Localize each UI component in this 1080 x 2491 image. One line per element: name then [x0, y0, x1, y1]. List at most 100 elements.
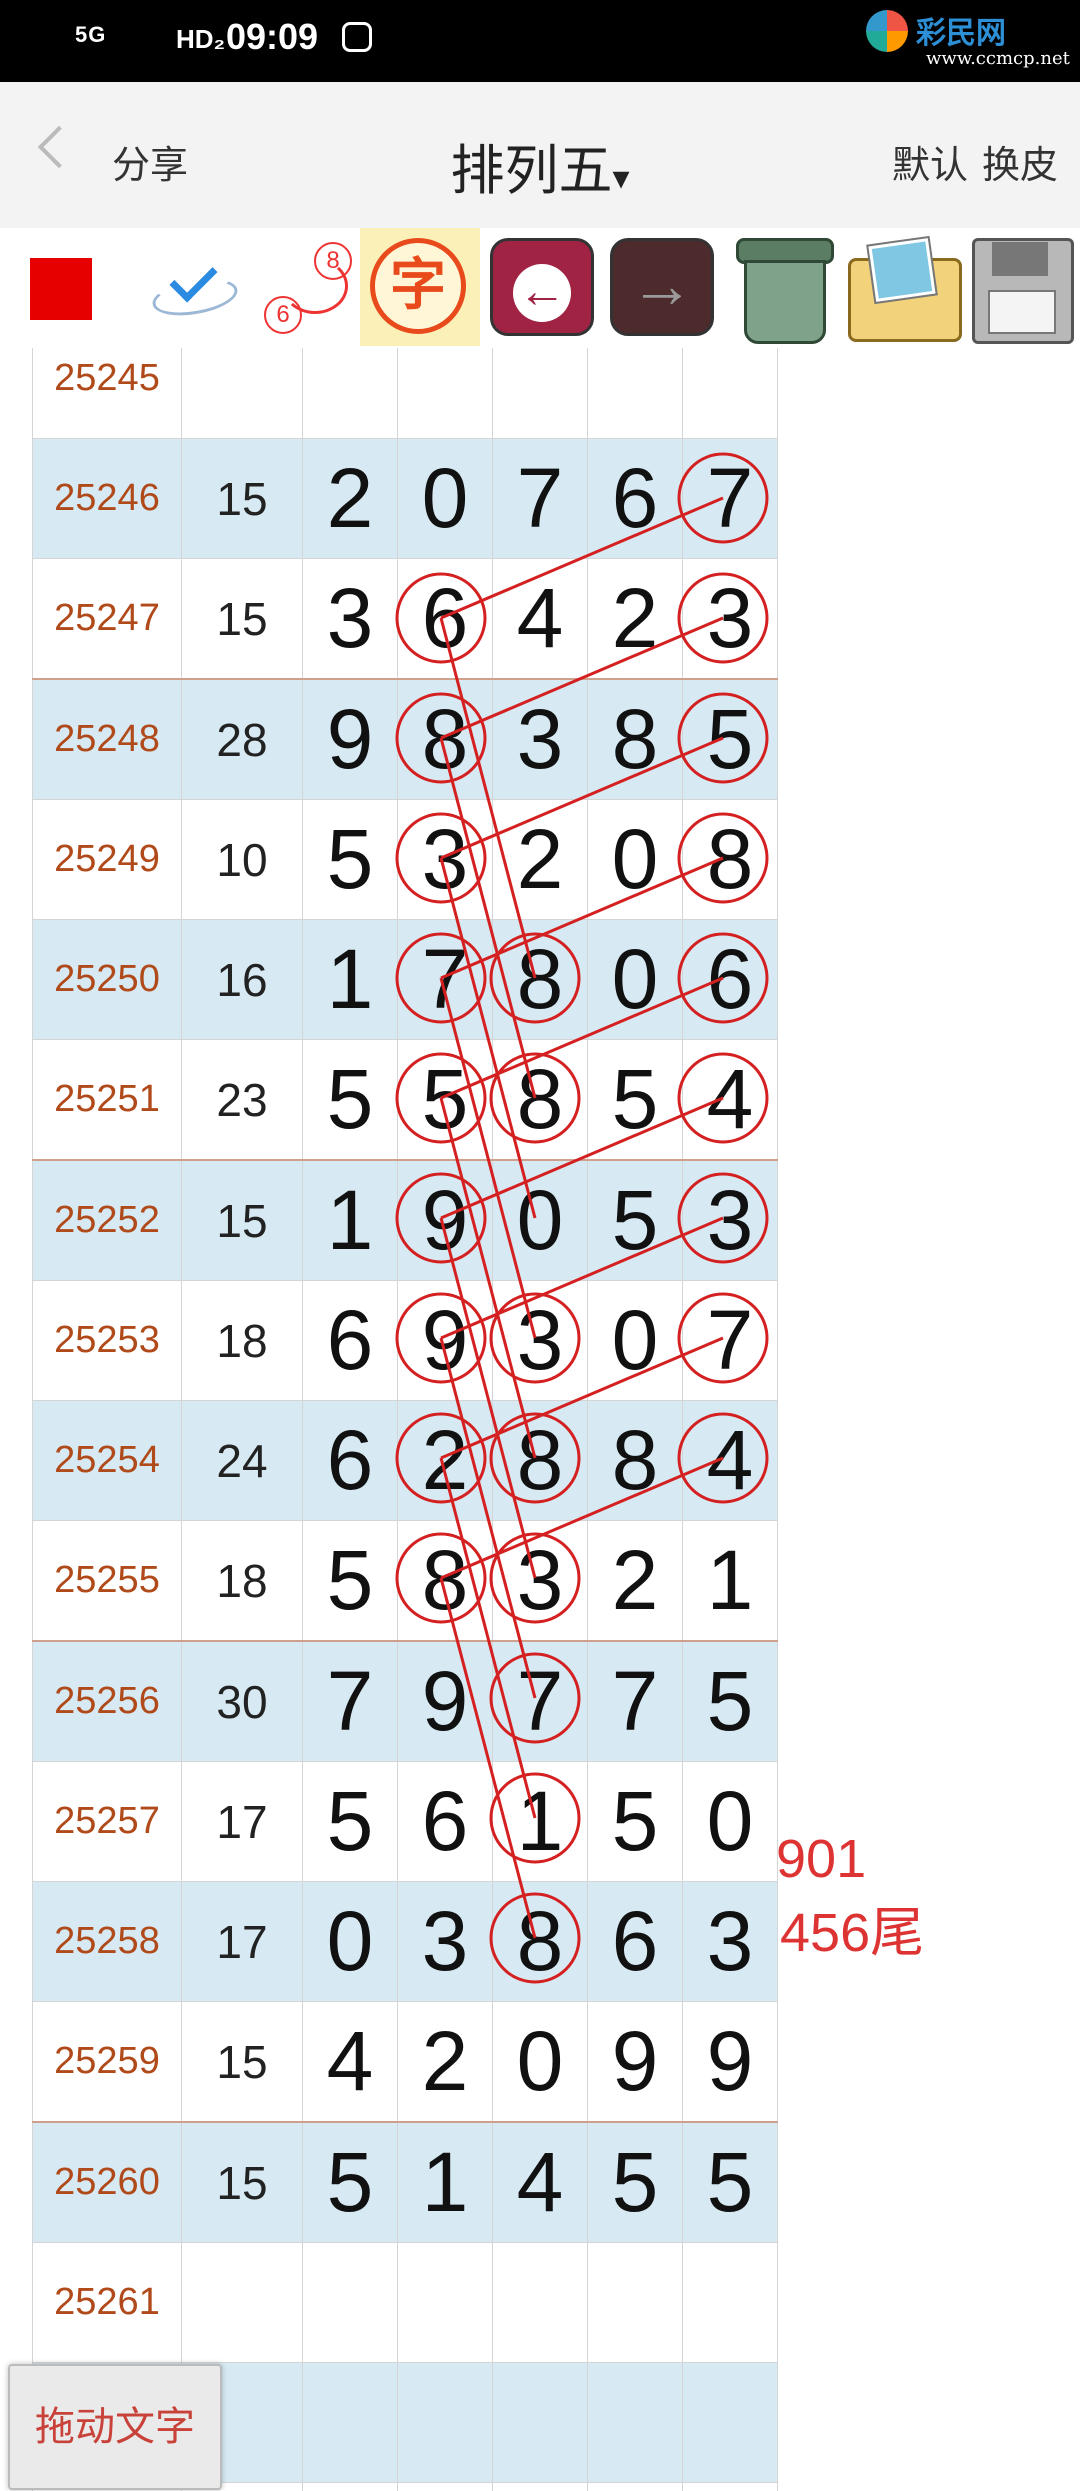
digit-cell: 9: [397, 1640, 493, 1762]
digit-cell: 1: [682, 1520, 778, 1642]
digit-cell: [302, 2242, 398, 2363]
text-icon[interactable]: 字: [360, 228, 480, 346]
table-row: 25254 24 6 2 8 8 4: [32, 1400, 778, 1521]
redo-icon[interactable]: →: [604, 228, 724, 346]
digit-cell: 7: [302, 1640, 398, 1762]
digit-cell: 6: [302, 1400, 398, 1521]
digit-sum: 15: [181, 558, 303, 680]
digit-cell: 2: [587, 1520, 683, 1642]
digit-cell: 8: [492, 1881, 588, 2002]
digit-cell: 0: [302, 1881, 398, 2002]
table-row: 25249 10 5 3 2 0 8: [32, 799, 778, 920]
save-shutter: [992, 242, 1048, 276]
digit-cell: 8: [397, 678, 493, 800]
digit-cell: [587, 2482, 683, 2491]
table-row: 25260 15 5 1 4 5 5: [32, 2121, 778, 2243]
digit-cell: 2: [587, 558, 683, 680]
text-icon-glyph: 字: [370, 238, 466, 334]
digit-cell: 6: [682, 919, 778, 1040]
undo-icon[interactable]: ←: [484, 228, 604, 346]
digit-cell: 6: [397, 1761, 493, 1882]
digit-cell: 1: [492, 1761, 588, 1882]
status-bar: 5G HD₂ 09:09 彩民网 www.ccmcp.net: [0, 0, 1080, 82]
change-skin-button[interactable]: 换皮: [982, 145, 1058, 187]
number-sequence-icon[interactable]: 8 6: [254, 228, 364, 346]
digit-sum: 15: [181, 1159, 303, 1281]
issue-number: 25260: [32, 2121, 182, 2243]
issue-number: 25245: [32, 348, 182, 439]
undo-arrow: ←: [513, 264, 571, 322]
digit-cell: 7: [682, 1280, 778, 1401]
trash-icon[interactable]: [724, 228, 840, 346]
digit-cell: [302, 2362, 398, 2483]
pen-icon[interactable]: [140, 228, 250, 346]
issue-number: 25255: [32, 1520, 182, 1642]
digit-sum: [181, 348, 303, 439]
digit-cell: [682, 2242, 778, 2363]
page-title-text: 排列五: [450, 141, 613, 201]
digit-cell: [682, 2482, 778, 2491]
digit-cell: [492, 2242, 588, 2363]
digit-cell: 3: [397, 799, 493, 920]
digit-cell: [492, 2482, 588, 2491]
digit-cell: 0: [492, 1159, 588, 1281]
issue-number: 25247: [32, 558, 182, 680]
digit-cell: 5: [682, 2121, 778, 2243]
digit-cell: [492, 348, 588, 439]
digit-cell: 9: [397, 1280, 493, 1401]
digit-sum: 18: [181, 1280, 303, 1401]
digit-cell: [397, 348, 493, 439]
color-swatch[interactable]: [30, 258, 92, 320]
digit-cell: 3: [682, 1881, 778, 2002]
digit-cell: 4: [302, 2001, 398, 2123]
nav-actions: 默认 换皮: [878, 134, 1058, 189]
table-row: 25259 15 4 2 0 9 9: [32, 2001, 778, 2123]
digit-cell: [397, 2242, 493, 2363]
sequence-number-top: 8: [314, 242, 352, 280]
digit-cell: 8: [492, 1039, 588, 1161]
table-row: 25261: [32, 2242, 778, 2363]
digit-cell: 3: [682, 1159, 778, 1281]
digit-cell: 5: [302, 1039, 398, 1161]
watermark-url: www.ccmcp.net: [926, 48, 1070, 69]
redo-box: →: [610, 238, 714, 336]
sequence-number-bottom: 6: [264, 296, 302, 334]
image-icon[interactable]: [842, 228, 962, 346]
issue-number: 25248: [32, 678, 182, 800]
digit-cell: 5: [397, 1039, 493, 1161]
drag-text-button[interactable]: 拖动文字: [8, 2364, 222, 2490]
issue-number: 25246: [32, 438, 182, 559]
digit-sum: 17: [181, 1761, 303, 1882]
draw-table: 25245 25246 15 2 0 7 6 7 25247 15 3 6 4 2 3 25248 28 9 8 3 8…: [32, 348, 778, 2491]
table-row: 25256 30 7 9 7 7 5: [32, 1640, 778, 1762]
digit-cell: 2: [492, 799, 588, 920]
digit-cell: [587, 2242, 683, 2363]
digit-cell: 2: [302, 438, 398, 559]
digit-cell: 8: [682, 799, 778, 920]
digit-cell: 9: [397, 1159, 493, 1281]
save-icon[interactable]: [964, 228, 1076, 346]
digit-cell: 2: [397, 1400, 493, 1521]
digit-cell: 9: [682, 2001, 778, 2123]
digit-cell: [302, 2482, 398, 2491]
table-row: 25252 15 1 9 0 5 3: [32, 1159, 778, 1281]
issue-number: 25253: [32, 1280, 182, 1401]
table-row: 25251 23 5 5 8 5 4: [32, 1039, 778, 1161]
trash-can: [744, 260, 826, 344]
digit-cell: 1: [302, 919, 398, 1040]
digit-cell: [682, 348, 778, 439]
digit-cell: 1: [397, 2121, 493, 2243]
digit-sum: [181, 2242, 303, 2363]
digit-cell: 3: [302, 558, 398, 680]
hd-voice-icon: HD₂: [176, 24, 226, 54]
issue-number: 25249: [32, 799, 182, 920]
draw-grid-area[interactable]: 25245 25246 15 2 0 7 6 7 25247 15 3 6 4 2 3 25248 28 9 8 3 8…: [0, 348, 1080, 2491]
digit-sum: 16: [181, 919, 303, 1040]
watermark-title: 彩民网: [916, 17, 1006, 50]
issue-number: 25252: [32, 1159, 182, 1281]
digit-cell: 1: [302, 1159, 398, 1281]
digit-cell: 8: [492, 1400, 588, 1521]
digit-cell: 5: [302, 2121, 398, 2243]
table-row: 25245: [32, 348, 778, 439]
default-button[interactable]: 默认: [892, 145, 968, 187]
